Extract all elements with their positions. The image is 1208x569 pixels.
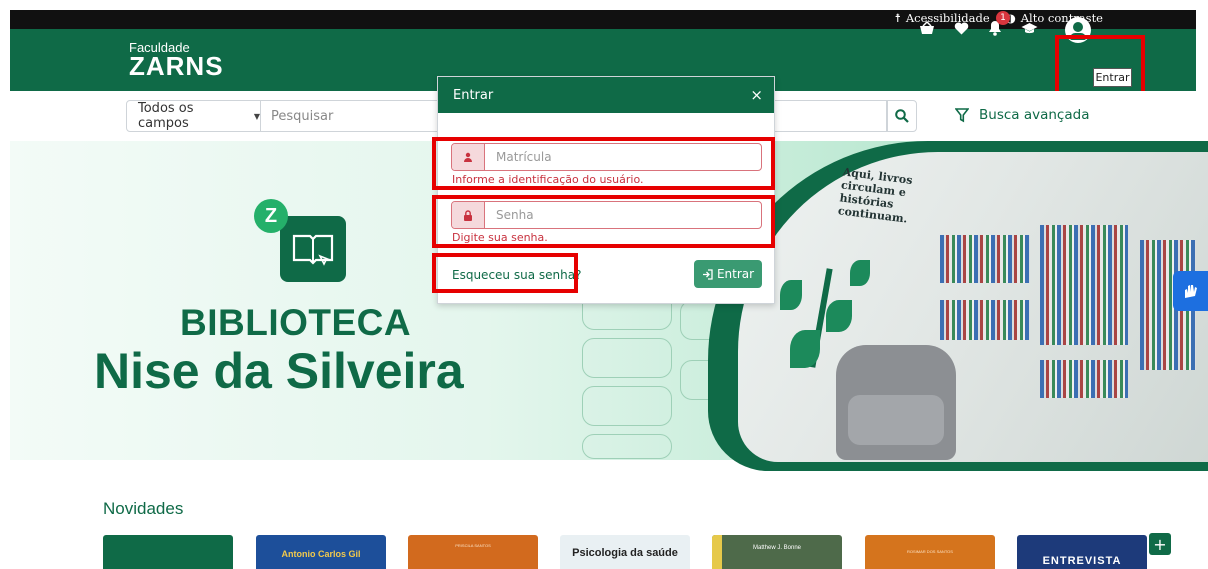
hands-icon xyxy=(1184,285,1197,298)
page: ☨ Acessibilidade ◑ Alto contraste Faculdad… xyxy=(0,0,1208,569)
book-cover[interactable]: Antonio Carlos Gil xyxy=(256,535,386,569)
bookshelf xyxy=(940,235,1030,283)
book-cover[interactable]: ENTREVISTA xyxy=(1017,535,1147,569)
modal-title: Entrar xyxy=(453,87,494,103)
sign-in-icon xyxy=(702,268,713,280)
basket-icon[interactable] xyxy=(918,19,936,37)
book-icon xyxy=(280,216,346,282)
book-cover[interactable]: PRISCILA SANTOS xyxy=(408,535,538,569)
highlight-password xyxy=(432,195,775,248)
bookshelf xyxy=(940,300,1030,340)
close-icon[interactable]: × xyxy=(750,86,763,104)
login-submit-label: Entrar xyxy=(716,267,755,281)
book-label: Psicologia da saúde xyxy=(572,547,678,559)
accessibility-icon: ☨ xyxy=(894,11,901,25)
login-submit-button[interactable]: Entrar xyxy=(694,260,762,288)
heart-icon[interactable] xyxy=(952,19,970,37)
armchair-seat xyxy=(848,395,944,445)
banner-ornament xyxy=(582,434,672,459)
advanced-search-link[interactable]: Busca avançada xyxy=(955,107,1089,123)
banner-ornament xyxy=(582,386,672,426)
chevron-down-icon: ▼ xyxy=(253,111,260,121)
novidades-title: Novidades xyxy=(103,499,184,518)
book-cover[interactable]: Psicologia da saúde xyxy=(560,535,690,569)
more-books-button[interactable]: + xyxy=(1149,533,1171,555)
avatar-head xyxy=(1073,22,1083,32)
notification-badge: 1 xyxy=(996,11,1010,25)
leaf xyxy=(826,300,852,332)
leaf xyxy=(780,280,802,310)
header-icons: 1 xyxy=(918,11,1038,37)
leaf xyxy=(790,330,820,368)
highlight-matricula xyxy=(432,137,775,190)
banner-title: BIBLIOTECA xyxy=(180,302,412,343)
filter-icon xyxy=(955,107,969,122)
z-logo-icon: Z xyxy=(254,199,288,233)
modal-header: Entrar × xyxy=(438,77,774,113)
banner-subtitle: Nise da Silveira xyxy=(94,343,464,399)
logo[interactable]: Faculdade ZARNS xyxy=(129,41,224,81)
search-field-select-label: Todos os campos xyxy=(138,101,194,131)
book-cover[interactable]: ROSIMAR DOS SANTOS xyxy=(865,535,995,569)
book-label: ENTREVISTA xyxy=(1042,555,1122,567)
book-label: Matthew J. Bonne xyxy=(752,545,802,551)
bookshelf xyxy=(1040,225,1128,345)
sign-language-widget[interactable] xyxy=(1173,271,1208,311)
banner-ornament xyxy=(582,338,672,378)
highlight-forgot-password xyxy=(432,253,578,293)
leaf xyxy=(850,260,870,286)
search-field-select[interactable]: Todos os campos ▼ xyxy=(126,100,261,132)
book-cover[interactable] xyxy=(103,535,233,569)
book-label: Antonio Carlos Gil xyxy=(281,549,361,559)
book-cover[interactable]: Matthew J. Bonne xyxy=(712,535,842,569)
search-button[interactable] xyxy=(887,100,917,132)
book-label: PRISCILA SANTOS xyxy=(455,543,491,548)
graduation-cap-icon[interactable] xyxy=(1020,19,1038,37)
book-label: ROSIMAR DOS SANTOS xyxy=(907,549,953,554)
bookshelf xyxy=(1040,360,1128,398)
search-icon xyxy=(895,109,909,123)
logo-big-text: ZARNS xyxy=(129,51,224,81)
advanced-search-label: Busca avançada xyxy=(979,107,1090,123)
book-spine-stripe xyxy=(712,535,722,569)
bell-icon[interactable]: 1 xyxy=(986,11,1010,37)
